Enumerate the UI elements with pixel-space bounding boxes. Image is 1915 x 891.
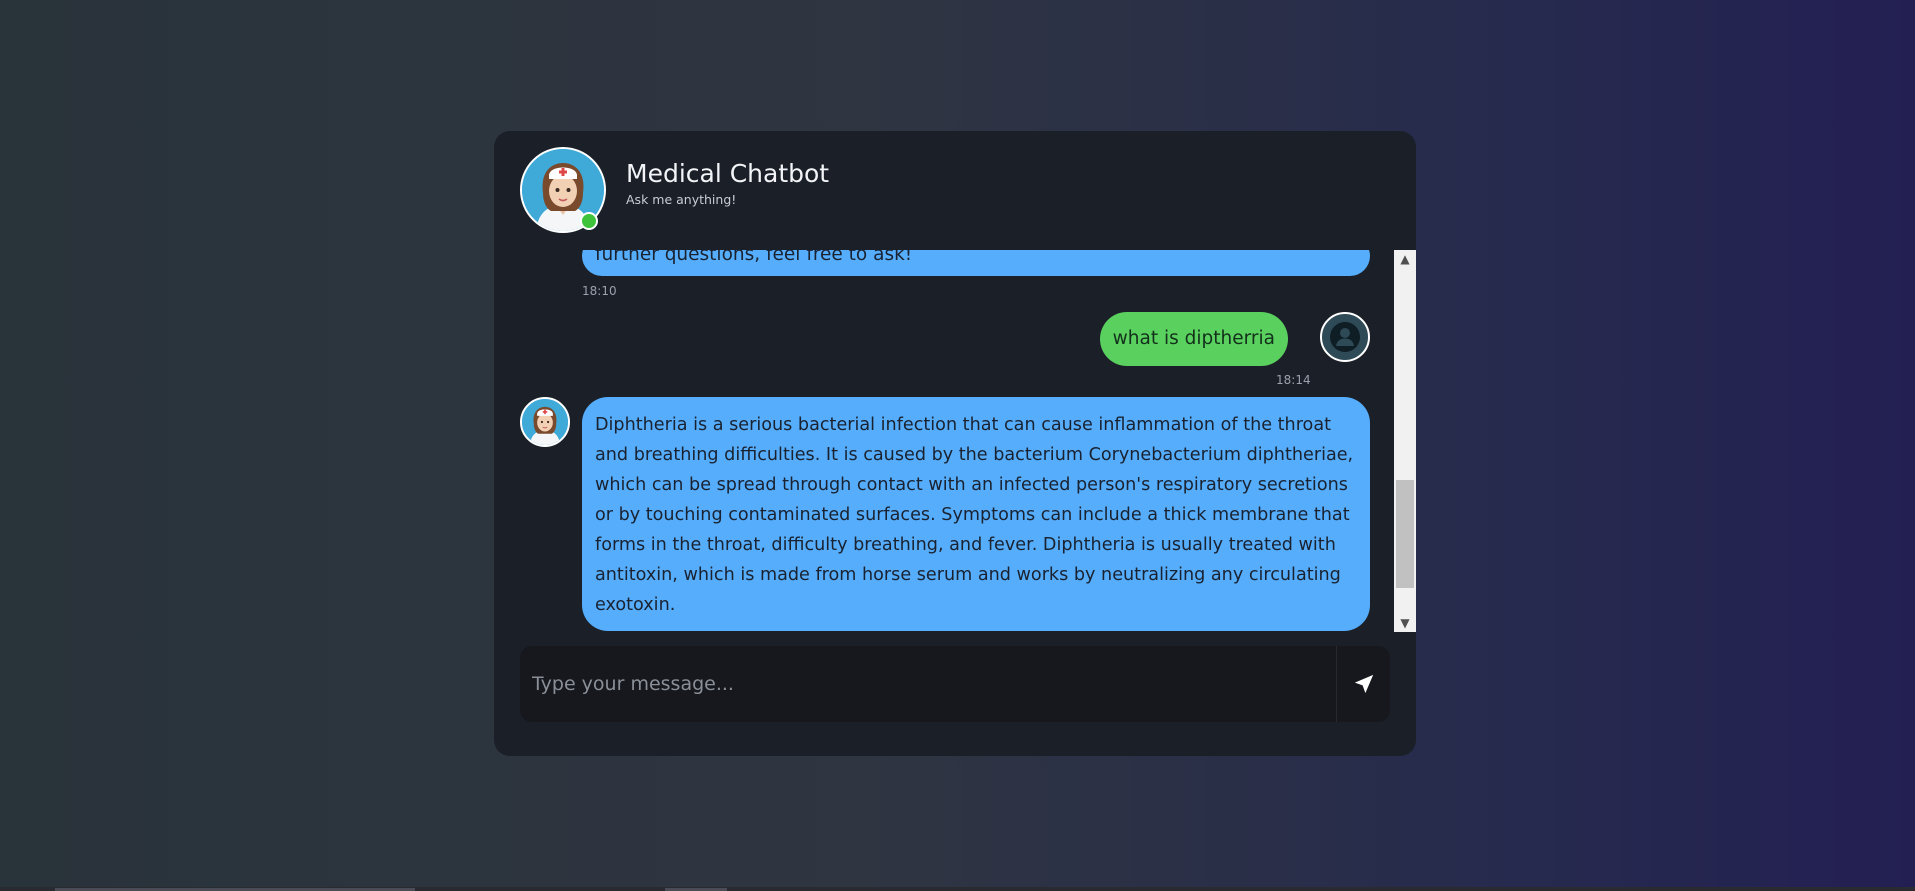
scroll-up-arrow-icon[interactable]: ▲: [1394, 250, 1416, 268]
message-timestamp: 18:10: [582, 284, 617, 298]
message-timestamp: 18:14: [1276, 373, 1311, 387]
bot-avatar: [520, 397, 570, 447]
bot-message-text: Diphtheria is a serious bacterial infect…: [595, 415, 1354, 615]
nurse-icon: [522, 399, 568, 445]
bot-message-text: further questions, feel free to ask!: [595, 250, 913, 265]
bot-message: further questions, feel free to ask!: [582, 250, 1370, 276]
bot-message: Diphtheria is a serious bacterial infect…: [582, 397, 1370, 631]
scrollbar-thumb[interactable]: [1396, 480, 1414, 588]
chatbot-title: Medical Chatbot: [626, 159, 830, 188]
message-input[interactable]: [532, 664, 1322, 704]
paper-plane-icon: [1354, 674, 1373, 694]
message-list[interactable]: further questions, feel free to ask! 18:…: [494, 250, 1394, 632]
bottom-strip: [0, 887, 1915, 891]
chat-container: Medical Chatbot Ask me anything! further…: [494, 131, 1416, 756]
scroll-down-arrow-icon[interactable]: ▼: [1394, 614, 1416, 632]
user-avatar: [1320, 312, 1370, 362]
user-message-text: what is diptherria: [1112, 328, 1275, 349]
online-status-indicator: [580, 212, 598, 230]
user-message: what is diptherria: [1099, 312, 1288, 366]
chat-header: Medical Chatbot Ask me anything!: [494, 131, 1416, 250]
message-scrollbar[interactable]: ▲ ▼: [1394, 250, 1416, 632]
message-input-bar: [520, 646, 1390, 722]
chatbot-subtitle: Ask me anything!: [626, 192, 737, 207]
send-button[interactable]: [1337, 646, 1390, 722]
user-icon: [1330, 322, 1360, 352]
